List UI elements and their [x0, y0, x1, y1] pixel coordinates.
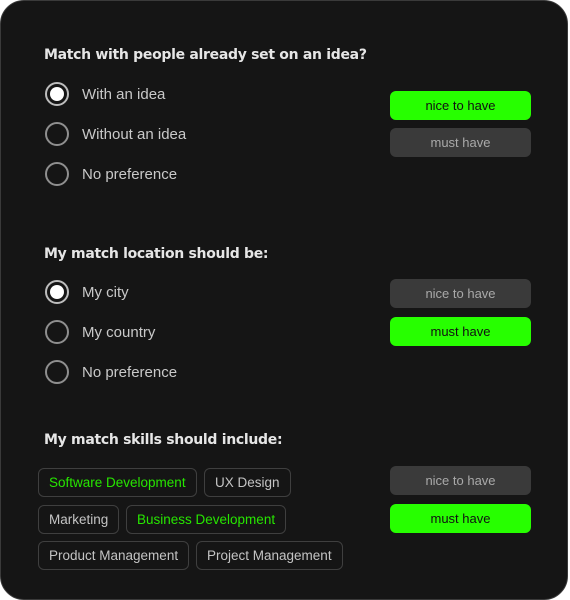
must-have-button[interactable]: must have [390, 128, 531, 157]
option-my-country[interactable]: My country [45, 318, 155, 346]
idea-section: Match with people already set on an idea… [44, 47, 531, 197]
option-with-idea[interactable]: With an idea [45, 80, 165, 108]
skill-chip-marketing[interactable]: Marketing [38, 505, 120, 534]
radio-button[interactable] [45, 82, 69, 106]
option-label: With an idea [82, 85, 166, 103]
option-label: My city [82, 283, 129, 301]
radio-button[interactable] [45, 360, 69, 384]
skill-chip-software-development[interactable]: Software Development [38, 468, 197, 497]
skills-section: My match skills should include: Software… [38, 432, 531, 572]
must-have-button[interactable]: must have [390, 317, 531, 346]
section-title: Match with people already set on an idea… [44, 47, 367, 63]
section-title: My match location should be: [44, 246, 269, 262]
option-label: No preference [82, 363, 178, 381]
location-section: My match location should be: My city My … [44, 246, 531, 396]
nice-to-have-button[interactable]: nice to have [390, 91, 531, 120]
option-label: Without an idea [82, 125, 187, 143]
match-preferences-card: Match with people already set on an idea… [0, 0, 568, 600]
skill-chip-business-development[interactable]: Business Development [126, 505, 287, 534]
radio-button[interactable] [45, 280, 69, 304]
option-label: No preference [82, 165, 178, 183]
radio-button[interactable] [45, 122, 69, 146]
nice-to-have-button[interactable]: nice to have [390, 466, 531, 495]
option-no-preference[interactable]: No preference [45, 358, 177, 386]
option-my-city[interactable]: My city [45, 278, 129, 306]
radio-button[interactable] [45, 320, 69, 344]
skill-chip-ux-design[interactable]: UX Design [204, 468, 291, 497]
skill-chip-project-management[interactable]: Project Management [196, 541, 343, 570]
section-title: My match skills should include: [44, 432, 283, 448]
must-have-button[interactable]: must have [390, 504, 531, 533]
skill-chip-product-management[interactable]: Product Management [38, 541, 190, 570]
nice-to-have-button[interactable]: nice to have [390, 279, 531, 308]
radio-button[interactable] [45, 162, 69, 186]
option-no-preference[interactable]: No preference [45, 160, 177, 188]
option-without-idea[interactable]: Without an idea [45, 120, 186, 148]
option-label: My country [82, 323, 156, 341]
